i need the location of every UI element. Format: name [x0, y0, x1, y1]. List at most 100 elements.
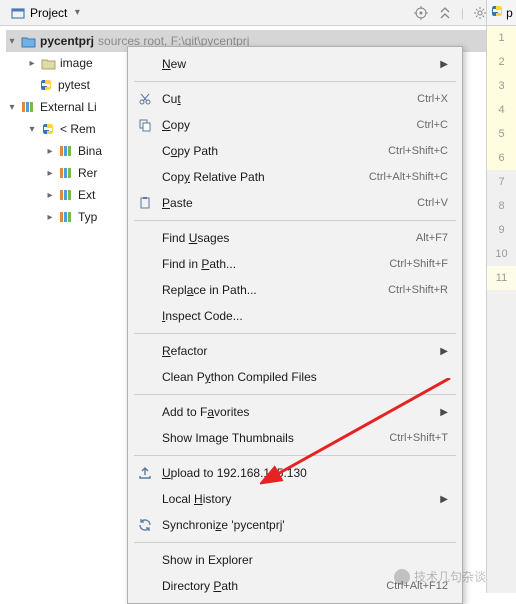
- submenu-arrow-icon: ▶: [440, 407, 448, 418]
- menu-item-label: New: [162, 57, 432, 71]
- menu-item-label: Copy: [162, 118, 409, 132]
- chevron-right-icon: ▸: [44, 168, 56, 179]
- menu-item-label: Local History: [162, 492, 432, 506]
- submenu-arrow-icon: ▶: [440, 494, 448, 505]
- line-number: 10: [487, 242, 516, 266]
- sync-icon: [136, 516, 154, 534]
- menu-item[interactable]: Cut Ctrl+X: [128, 86, 462, 112]
- line-number: 6: [487, 146, 516, 170]
- menu-item[interactable]: Show Image Thumbnails Ctrl+Shift+T: [128, 425, 462, 451]
- menu-separator: [134, 542, 456, 543]
- menu-separator: [134, 333, 456, 334]
- menu-item-label: Find Usages: [162, 231, 408, 245]
- tree-external-label: External Li: [38, 100, 97, 114]
- tree-item-label: pytest: [56, 78, 90, 92]
- python-icon: [490, 4, 504, 21]
- library-icon: [58, 143, 74, 159]
- menu-item-shortcut: Ctrl+Shift+F: [389, 258, 448, 270]
- tree-remote-label: < Rem: [58, 122, 96, 136]
- watermark-icon: [394, 569, 410, 585]
- menu-separator: [134, 220, 456, 221]
- menu-item-shortcut: Ctrl+Shift+C: [388, 145, 448, 157]
- editor-tab[interactable]: p: [486, 0, 516, 26]
- menu-item[interactable]: Local History ▶: [128, 486, 462, 512]
- menu-item-label: Show Image Thumbnails: [162, 431, 381, 445]
- editor-tab-label: p: [506, 6, 513, 20]
- menu-item-shortcut: Ctrl+V: [417, 197, 448, 209]
- menu-item-label: Clean Python Compiled Files: [162, 370, 448, 384]
- line-number: 8: [487, 194, 516, 218]
- menu-item[interactable]: Find Usages Alt+F7: [128, 225, 462, 251]
- chevron-down-icon: ▾: [26, 124, 38, 135]
- menu-item[interactable]: Find in Path... Ctrl+Shift+F: [128, 251, 462, 277]
- menu-item-label: Copy Path: [162, 144, 380, 158]
- menu-item[interactable]: Synchronize 'pycentprj': [128, 512, 462, 538]
- menu-item[interactable]: Refactor ▶: [128, 338, 462, 364]
- submenu-arrow-icon: ▶: [440, 59, 448, 70]
- menu-item-label: Cut: [162, 92, 409, 106]
- menu-item-label: Directory Path: [162, 579, 378, 593]
- menu-item[interactable]: Paste Ctrl+V: [128, 190, 462, 216]
- chevron-right-icon: ▸: [44, 190, 56, 201]
- menu-separator: [134, 394, 456, 395]
- blank-icon: [136, 490, 154, 508]
- upload-icon: [136, 464, 154, 482]
- paste-icon: [136, 194, 154, 212]
- tree-item-label: image: [58, 56, 93, 70]
- menu-item[interactable]: Inspect Code...: [128, 303, 462, 329]
- blank-icon: [136, 577, 154, 595]
- menu-item-label: Synchronize 'pycentprj': [162, 518, 448, 532]
- menu-item[interactable]: New ▶: [128, 51, 462, 77]
- library-icon: [58, 187, 74, 203]
- blank-icon: [136, 255, 154, 273]
- line-number: 3: [487, 74, 516, 98]
- collapse-icon[interactable]: [437, 5, 453, 21]
- editor-gutter: 1234567891011: [486, 26, 516, 593]
- line-number: 1: [487, 26, 516, 50]
- line-number: 2: [487, 50, 516, 74]
- menu-item-shortcut: Ctrl+Alt+Shift+C: [369, 171, 448, 183]
- target-icon[interactable]: [413, 5, 429, 21]
- menu-item-label: Upload to 192.168.105.130: [162, 466, 448, 480]
- menu-item-label: Paste: [162, 196, 409, 210]
- tree-item-label: Rer: [76, 166, 97, 180]
- chevron-right-icon: ▸: [26, 58, 38, 69]
- chevron-down-icon: ▾: [6, 36, 18, 47]
- menu-item[interactable]: Copy Relative Path Ctrl+Alt+Shift+C: [128, 164, 462, 190]
- menu-item-label: Show in Explorer: [162, 553, 448, 567]
- menu-item-shortcut: Ctrl+X: [417, 93, 448, 105]
- menu-item[interactable]: Upload to 192.168.105.130: [128, 460, 462, 486]
- library-icon: [58, 209, 74, 225]
- menu-separator: [134, 455, 456, 456]
- menu-item[interactable]: Add to Favorites ▶: [128, 399, 462, 425]
- tree-item-label: Bina: [76, 144, 102, 158]
- menu-item-label: Inspect Code...: [162, 309, 448, 323]
- menu-item-label: Copy Relative Path: [162, 170, 361, 184]
- blank-icon: [136, 342, 154, 360]
- menu-item-label: Refactor: [162, 344, 432, 358]
- line-number: 11: [487, 266, 516, 290]
- menu-item[interactable]: Copy Path Ctrl+Shift+C: [128, 138, 462, 164]
- library-icon: [20, 99, 36, 115]
- submenu-arrow-icon: ▶: [440, 346, 448, 357]
- menu-item-shortcut: Ctrl+Shift+T: [389, 432, 448, 444]
- chevron-down-icon: ▾: [71, 7, 83, 18]
- menu-item-label: Find in Path...: [162, 257, 381, 271]
- menu-item[interactable]: CopyCtrl+C: [128, 112, 462, 138]
- context-menu: New ▶ Cut Ctrl+X CopyCtrl+C Copy Path Ctrl+Shi…: [127, 46, 463, 604]
- python-file-icon: [38, 77, 54, 93]
- menu-item-shortcut: Alt+F7: [416, 232, 448, 244]
- blank-icon: [136, 551, 154, 569]
- line-number: 5: [487, 122, 516, 146]
- menu-item[interactable]: Replace in Path...Ctrl+Shift+R: [128, 277, 462, 303]
- blank-icon: [136, 368, 154, 386]
- copy-icon: [136, 116, 154, 134]
- menu-item[interactable]: Clean Python Compiled Files: [128, 364, 462, 390]
- line-number: 4: [487, 98, 516, 122]
- tree-root-label: pycentprj: [38, 34, 94, 48]
- menu-separator: [134, 81, 456, 82]
- blank-icon: [136, 229, 154, 247]
- chevron-right-icon: ▸: [44, 146, 56, 157]
- project-dropdown[interactable]: Project ▾: [4, 3, 89, 23]
- menu-item-label: Add to Favorites: [162, 405, 432, 419]
